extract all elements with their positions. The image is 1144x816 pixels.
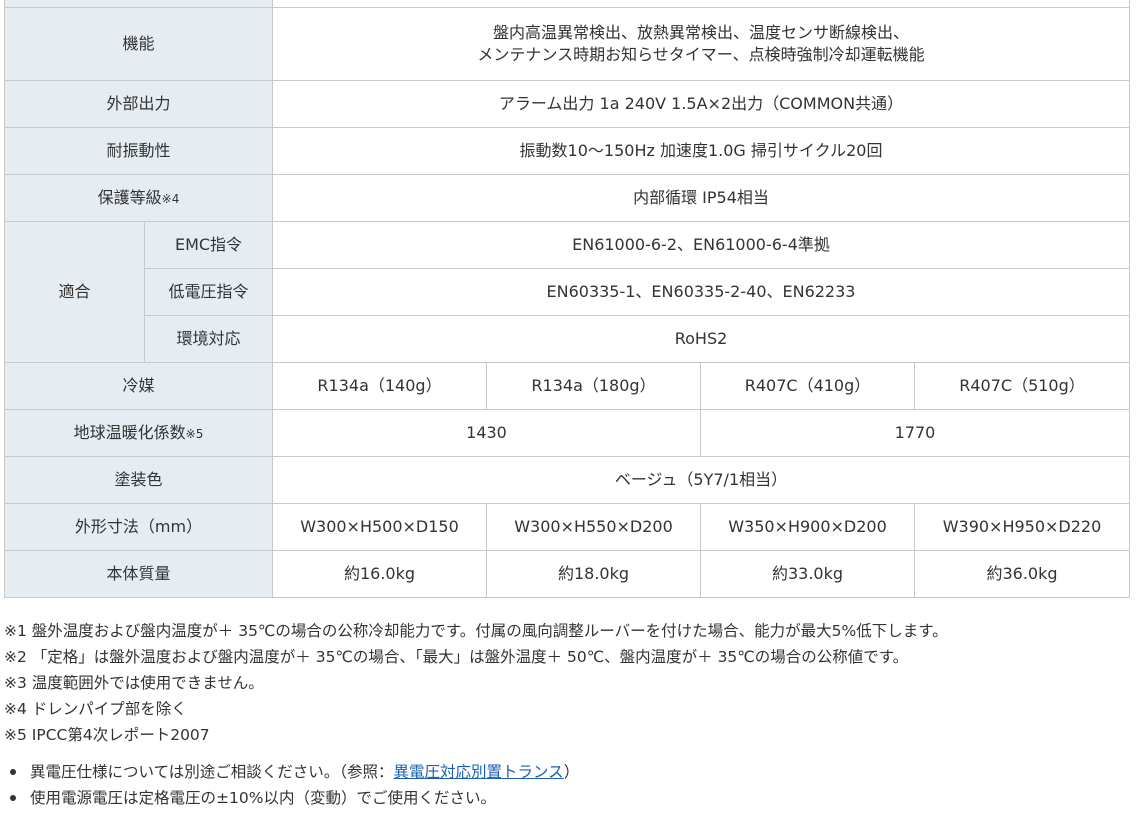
table-row: 適合 EMC指令 EN61000-6-2、EN61000-6-4準拠 — [4, 221, 1130, 363]
gwp-label-text: 地球温暖化係数 — [73, 422, 186, 442]
footnote-1: ※1 盤外温度および盤内温度が＋ 35℃の場合の公称冷却能力です。付属の風向調整… — [4, 622, 948, 640]
list-item: 異電圧仕様については別途ご相談ください。（参照：異電圧対応別置トランス） — [4, 759, 579, 785]
table-row: 耐振動性 振動数10～150Hz 加速度1.0G 掃引サイクル20回 — [4, 127, 1130, 175]
spec-value-dimensions-1: W300×H500×D150 — [272, 503, 487, 551]
spec-sublabel-environment: 環境対応 — [144, 315, 273, 363]
spec-label-gwp: 地球温暖化係数※5 — [4, 409, 273, 457]
spec-value-cell — [272, 0, 1130, 8]
spec-value-low-voltage: EN60335-1、EN60335-2-40、EN62233 — [272, 268, 1130, 316]
spec-value-dimensions-2: W300×H550×D200 — [486, 503, 701, 551]
table-row: 低電圧指令 EN60335-1、EN60335-2-40、EN62233 — [5, 268, 1130, 316]
spec-sublabel-low-voltage: 低電圧指令 — [144, 268, 273, 316]
bullet-1-text: 異電圧仕様については別途ご相談ください。（参照： — [30, 763, 394, 781]
table-row: 地球温暖化係数※5 1430 1770 — [4, 409, 1130, 457]
footnote-5: ※5 IPCC第4次レポート2007 — [4, 726, 210, 744]
spec-value-mass-2: 約18.0kg — [486, 550, 701, 598]
spec-value-function: 盤内高温異常検出、放熱異常検出、温度センサ断線検出、 メンテナンス時期お知らせタ… — [272, 7, 1130, 81]
table-row: 塗装色 ベージュ（5Y7/1相当） — [4, 456, 1130, 504]
spec-value-refrigerant-2: R134a（180g） — [486, 362, 701, 410]
spec-value-mass-1: 約16.0kg — [272, 550, 487, 598]
bullet-dot-icon — [10, 795, 16, 801]
spec-value-refrigerant-3: R407C（410g） — [700, 362, 915, 410]
bullet-2-text: 使用電源電圧は定格電圧の±10%以内（変動）でご使用ください。 — [30, 789, 496, 807]
spec-value-paint: ベージュ（5Y7/1相当） — [272, 456, 1130, 504]
spec-value-external-output: アラーム出力 1a 240V 1.5A×2出力（COMMON共通） — [272, 80, 1130, 128]
function-line-2: メンテナンス時期お知らせタイマー、点検時強制冷却運転機能 — [477, 45, 925, 64]
table-row — [4, 0, 1130, 8]
spec-value-refrigerant-4: R407C（510g） — [914, 362, 1130, 410]
spec-label-compliance: 適合 — [4, 221, 145, 363]
spec-value-gwp-2: 1770 — [700, 409, 1130, 457]
spec-value-vibration: 振動数10～150Hz 加速度1.0G 掃引サイクル20回 — [272, 127, 1130, 175]
spec-value-mass-4: 約36.0kg — [914, 550, 1130, 598]
spec-value-emc: EN61000-6-2、EN61000-6-4準拠 — [272, 221, 1130, 269]
spec-label-mass: 本体質量 — [4, 550, 273, 598]
spec-value-protection: 内部循環 IP54相当 — [272, 174, 1130, 222]
table-row: 本体質量 約16.0kg 約18.0kg 約33.0kg 約36.0kg — [4, 550, 1130, 598]
spec-table: 機能 盤内高温異常検出、放熱異常検出、温度センサ断線検出、 メンテナンス時期お知… — [4, 0, 1130, 598]
spec-value-mass-3: 約33.0kg — [700, 550, 915, 598]
bullet-list: 異電圧仕様については別途ご相談ください。（参照：異電圧対応別置トランス） 使用電… — [4, 759, 579, 811]
table-row: 冷媒 R134a（140g） R134a（180g） R407C（410g） R… — [4, 362, 1130, 410]
table-row: 機能 盤内高温異常検出、放熱異常検出、温度センサ断線検出、 メンテナンス時期お知… — [4, 7, 1130, 81]
spec-value-refrigerant-1: R134a（140g） — [272, 362, 487, 410]
transformer-link[interactable]: 異電圧対応別置トランス — [393, 763, 563, 781]
spec-value-dimensions-4: W390×H950×D220 — [914, 503, 1130, 551]
bullet-dot-icon — [10, 769, 16, 775]
spec-value-environment: RoHS2 — [272, 315, 1130, 363]
footnote-3: ※3 温度範囲外では使用できません。 — [4, 674, 264, 692]
spec-label-paint: 塗装色 — [4, 456, 273, 504]
table-row: 外形寸法（mm） W300×H500×D150 W300×H550×D200 W… — [4, 503, 1130, 551]
protection-label-text: 保護等級 — [97, 187, 162, 207]
spec-label-cell — [4, 0, 273, 8]
footnote-2: ※2 「定格」は盤外温度および盤内温度が＋ 35℃の場合、「最大」は盤外温度＋ … — [4, 648, 909, 666]
spec-sublabel-emc: EMC指令 — [144, 221, 273, 269]
table-row: 環境対応 RoHS2 — [5, 315, 1130, 363]
list-item: 使用電源電圧は定格電圧の±10%以内（変動）でご使用ください。 — [4, 785, 579, 811]
table-row: 外部出力 アラーム出力 1a 240V 1.5A×2出力（COMMON共通） — [4, 80, 1130, 128]
spec-label-refrigerant: 冷媒 — [4, 362, 273, 410]
spec-value-dimensions-3: W350×H900×D200 — [700, 503, 915, 551]
spec-label-external-output: 外部出力 — [4, 80, 273, 128]
footnote-4: ※4 ドレンパイプ部を除く — [4, 700, 187, 718]
gwp-note: ※5 — [185, 426, 204, 441]
spec-label-vibration: 耐振動性 — [4, 127, 273, 175]
bullet-1-close: ） — [563, 763, 580, 781]
spec-label-protection: 保護等級※4 — [4, 174, 273, 222]
function-line-1: 盤内高温異常検出、放熱異常検出、温度センサ断線検出、 — [492, 23, 909, 42]
protection-note: ※4 — [161, 191, 180, 206]
spec-label-function: 機能 — [4, 7, 273, 81]
footnotes: ※1 盤外温度および盤内温度が＋ 35℃の場合の公称冷却能力です。付属の風向調整… — [4, 618, 948, 748]
table-row: 保護等級※4 内部循環 IP54相当 — [4, 174, 1130, 222]
spec-value-gwp-1: 1430 — [272, 409, 701, 457]
spec-label-dimensions: 外形寸法（mm） — [4, 503, 273, 551]
